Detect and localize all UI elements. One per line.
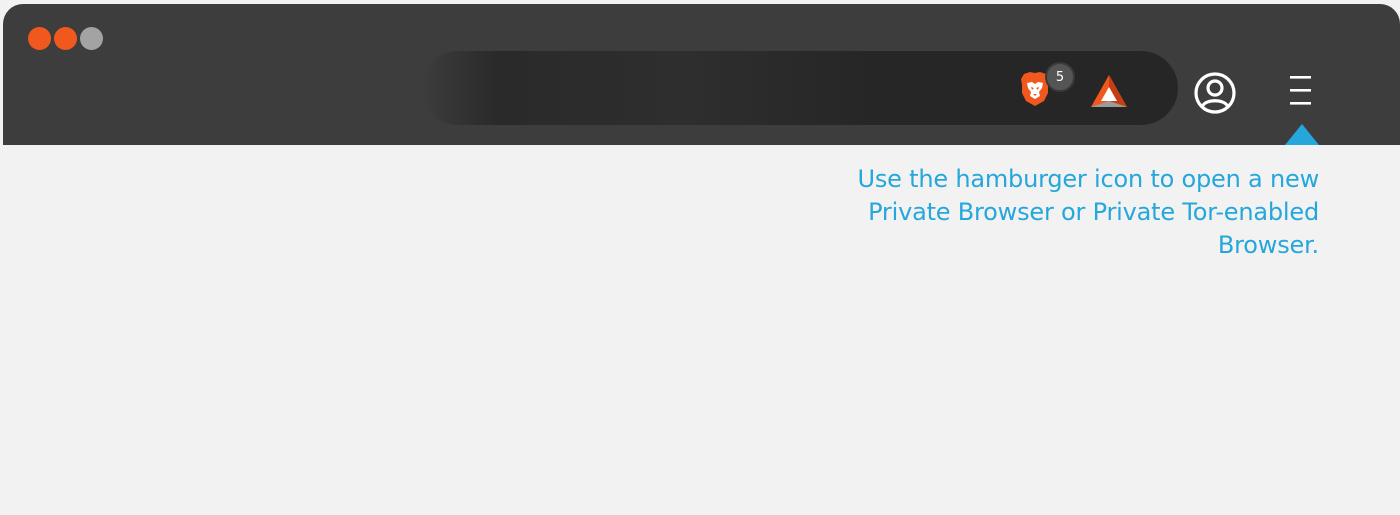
- account-icon[interactable]: [1193, 71, 1237, 115]
- maximize-window-button[interactable]: [80, 27, 103, 50]
- shields-count-badge: 5: [1045, 62, 1075, 92]
- rewards-triangle-icon[interactable]: [1089, 73, 1129, 109]
- callout-text: Use the hamburger icon to open a new Pri…: [857, 165, 1319, 259]
- callout-pointer: [1285, 124, 1319, 145]
- close-window-button[interactable]: [28, 27, 51, 50]
- minimize-window-button[interactable]: [54, 27, 77, 50]
- browser-toolbar: 5: [3, 4, 1400, 145]
- window-controls: [28, 27, 103, 50]
- address-bar[interactable]: 5: [421, 51, 1178, 125]
- hamburger-menu-icon[interactable]: [1288, 74, 1314, 108]
